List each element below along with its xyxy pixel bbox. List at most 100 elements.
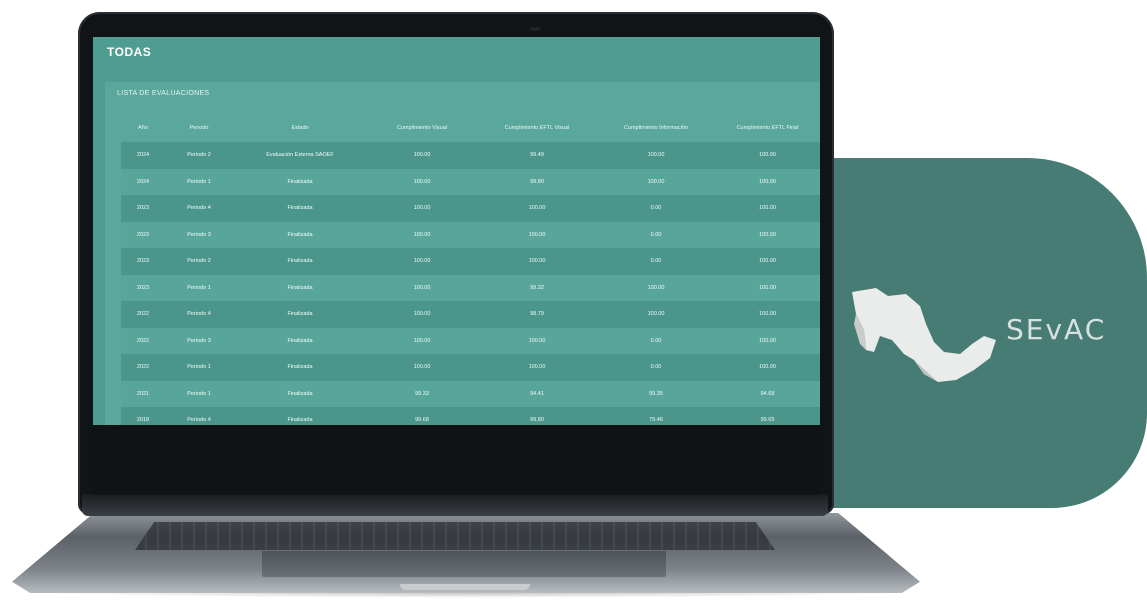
- cell-visual: 99.68: [415, 417, 429, 424]
- cell-year: 2023: [136, 231, 150, 238]
- cell-period: Periodo 2: [187, 152, 211, 159]
- cell-visual: 100.00: [413, 152, 431, 159]
- panel-title: LISTA DE EVALUACIONES: [117, 90, 210, 97]
- table-row[interactable]: 2023 Periodo 1 Finalizada 100.00 99.32 1…: [121, 274, 820, 301]
- cell-period: Periodo 3: [187, 337, 211, 344]
- table-row[interactable]: 2022 Periodo 1 Finalizada 100.00 100.00 …: [121, 354, 820, 381]
- cell-eftl-visual: 99.80: [530, 417, 544, 424]
- cell-visual: 100.00: [413, 258, 431, 265]
- cell-period: Periodo 4: [187, 417, 211, 424]
- cell-eftl-final: 100.00: [759, 284, 776, 291]
- page-title: TODAS: [107, 45, 152, 59]
- cell-information: 0.00: [650, 337, 662, 344]
- cell-status: Finalizada: [287, 231, 313, 238]
- cell-visual: 100.00: [413, 205, 431, 212]
- cell-eftl-visual: 100.00: [528, 364, 546, 371]
- cell-eftl-visual: 100.00: [528, 337, 546, 344]
- cell-status: Finalizada: [287, 337, 313, 344]
- cell-period: Periodo 4: [187, 311, 211, 318]
- cell-year: 2018: [136, 417, 150, 424]
- cell-visual: 100.00: [413, 178, 431, 185]
- cell-information: 79.46: [649, 417, 663, 424]
- table-header-row: Año Periodo Estado Cumplimiento Visual C…: [121, 114, 820, 142]
- cell-eftl-final: 100.00: [759, 205, 776, 212]
- cell-period: Periodo 4: [187, 205, 211, 212]
- cell-year: 2022: [136, 337, 150, 344]
- col-header-status[interactable]: Estado: [233, 114, 367, 142]
- screen-bezel-bottom: [93, 425, 820, 495]
- table-row[interactable]: 2023 Periodo 3 Finalizada 100.00 100.00 …: [121, 221, 820, 248]
- col-header-year[interactable]: Año: [121, 114, 165, 142]
- cell-eftl-final: 100.00: [759, 337, 776, 344]
- evaluations-panel: LISTA DE EVALUACIONES Año Periodo Estado…: [105, 82, 820, 425]
- cell-year: 2023: [136, 258, 150, 265]
- cell-year: 2021: [136, 390, 150, 397]
- cell-year: 2023: [136, 284, 150, 291]
- cell-eftl-visual: 100.00: [528, 231, 546, 238]
- cell-eftl-final: 100.00: [759, 178, 776, 185]
- sevac-logo: SEvAC: [1006, 313, 1107, 346]
- cell-visual: 99.33: [415, 390, 429, 397]
- cell-period: Periodo 1: [187, 284, 211, 291]
- table-row[interactable]: 2023 Periodo 2 Finalizada 100.00 100.00 …: [121, 248, 820, 275]
- cell-status: Finalizada: [287, 390, 313, 397]
- cell-period: Periodo 2: [187, 258, 211, 265]
- cell-visual: 100.00: [413, 337, 431, 344]
- table-row[interactable]: 2023 Periodo 4 Finalizada 100.00 100.00 …: [121, 195, 820, 222]
- table-row[interactable]: 2018 Periodo 4 Finalizada 99.68 99.80 79…: [121, 407, 820, 425]
- table-row[interactable]: 2022 Periodo 3 Finalizada 100.00 100.00 …: [121, 327, 820, 354]
- cell-eftl-visual: 99.49: [530, 152, 544, 159]
- cell-period: Periodo 1: [187, 364, 211, 371]
- cell-status: Finalizada: [287, 205, 313, 212]
- cell-year: 2023: [136, 205, 150, 212]
- table-row[interactable]: 2024 Periodo 2 Evaluación Externa SAOEF …: [121, 142, 820, 169]
- cell-information: 0.00: [650, 205, 662, 212]
- col-header-visual[interactable]: Cumplimiento Visual: [367, 114, 477, 142]
- col-header-eftl-visual[interactable]: Cumplimiento EFTL Visual: [477, 114, 597, 142]
- col-header-eftl-final[interactable]: Cumplimiento EFTL Final: [715, 114, 820, 142]
- cell-information: 100.00: [647, 284, 665, 291]
- cell-status: Finalizada: [287, 364, 313, 371]
- cell-eftl-visual: 99.80: [530, 178, 544, 185]
- cell-eftl-final: 99.65: [760, 417, 775, 424]
- laptop-trackpad: [262, 551, 666, 577]
- cell-information: 100.00: [647, 178, 665, 185]
- cell-information: 100.00: [647, 152, 665, 159]
- cell-eftl-final: 100.00: [759, 311, 776, 318]
- cell-status: Evaluación Externa SAOEF: [266, 152, 334, 159]
- camera-icon: [530, 27, 540, 31]
- cell-information: 0.00: [650, 364, 662, 371]
- table-row[interactable]: 2024 Periodo 1 Finalizada 100.00 99.80 1…: [121, 168, 820, 195]
- table-row[interactable]: 2022 Periodo 4 Finalizada 100.00 98.79 1…: [121, 301, 820, 328]
- cell-status: Finalizada: [287, 417, 313, 424]
- col-header-period[interactable]: Periodo: [165, 114, 233, 142]
- cell-eftl-final: 100.00: [759, 152, 776, 159]
- cell-year: 2022: [136, 311, 150, 318]
- table-row[interactable]: 2021 Periodo 1 Finalizada 99.33 94.41 99…: [121, 380, 820, 407]
- cell-visual: 100.00: [413, 364, 431, 371]
- cell-eftl-visual: 100.00: [528, 258, 546, 265]
- cell-eftl-final: 94.68: [760, 390, 775, 397]
- cell-eftl-visual: 98.79: [530, 311, 544, 318]
- evaluations-table: Año Periodo Estado Cumplimiento Visual C…: [121, 114, 820, 425]
- cell-information: 100.00: [647, 311, 665, 318]
- cell-information: 0.00: [650, 258, 662, 265]
- cell-visual: 100.00: [413, 284, 431, 291]
- cell-information: 99.35: [649, 390, 663, 397]
- cell-eftl-visual: 94.41: [530, 390, 544, 397]
- col-header-information[interactable]: Cumplimiento Información: [597, 114, 715, 142]
- laptop-screen: TODAS LISTA DE EVALUACIONES Año Periodo …: [93, 37, 820, 425]
- cell-year: 2024: [136, 152, 150, 159]
- cell-eftl-final: 100.00: [759, 231, 776, 238]
- laptop-front-notch: [400, 584, 530, 590]
- mexico-map-icon: [852, 288, 996, 382]
- cell-visual: 100.00: [413, 231, 431, 238]
- cell-year: 2024: [136, 178, 150, 185]
- cell-period: Periodo 1: [187, 178, 211, 185]
- cell-status: Finalizada: [287, 311, 313, 318]
- cell-information: 0.00: [650, 231, 662, 238]
- cell-eftl-visual: 99.32: [530, 284, 544, 291]
- cell-eftl-final: 100.00: [759, 364, 776, 371]
- cell-eftl-visual: 100.00: [528, 205, 546, 212]
- cell-year: 2022: [136, 364, 150, 371]
